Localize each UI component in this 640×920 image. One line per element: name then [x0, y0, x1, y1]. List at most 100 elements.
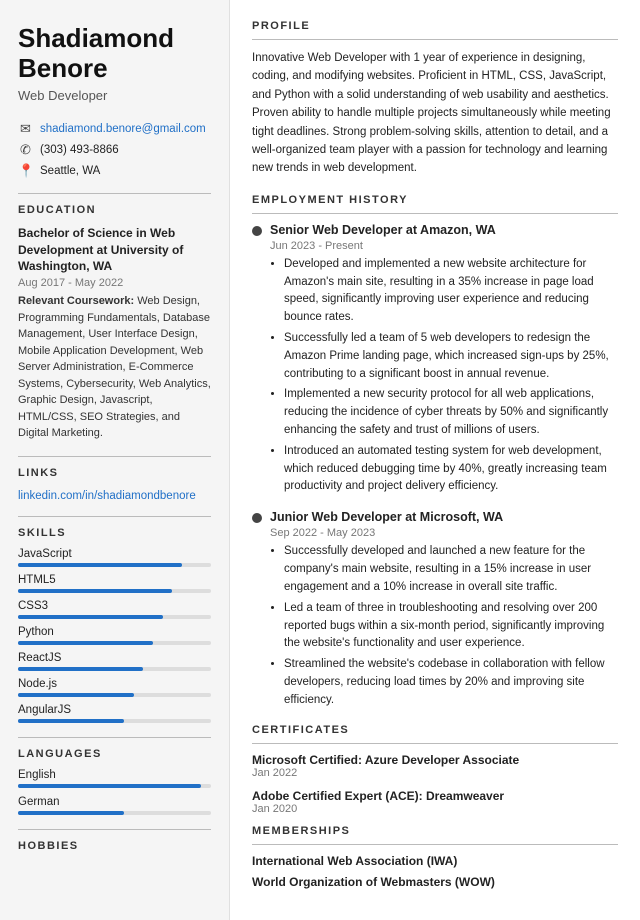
links-section-title: LINKS [18, 467, 211, 479]
memberships-divider [252, 844, 618, 845]
language-item: German [18, 796, 211, 815]
skill-bar-bg [18, 641, 211, 645]
skill-bar-fill [18, 589, 172, 593]
list-item: Introduced an automated testing system f… [284, 443, 618, 496]
cert-block: Microsoft Certified: Azure Developer Ass… [252, 753, 618, 779]
profile-section-title: Profile [252, 20, 618, 32]
list-item: Successfully developed and launched a ne… [284, 543, 618, 596]
job-dates: Jun 2023 - Present [270, 240, 618, 252]
lang-bar-bg [18, 784, 211, 788]
membership-item: World Organization of Webmasters (WOW) [252, 875, 618, 889]
language-item: English [18, 769, 211, 788]
membership-item: International Web Association (IWA) [252, 854, 618, 868]
hobbies-divider [18, 829, 211, 830]
main-content: Profile Innovative Web Developer with 1 … [230, 0, 640, 920]
employment-section-title: Employment History [252, 194, 618, 206]
skills-list: JavaScript HTML5 CSS3 Python ReactJS [18, 548, 211, 723]
lang-bar-fill [18, 811, 124, 815]
skill-name: ReactJS [18, 652, 211, 664]
languages-list: English German [18, 769, 211, 815]
job-dot [252, 513, 262, 523]
skill-item: JavaScript [18, 548, 211, 567]
lang-bar-fill [18, 784, 201, 788]
edu-degree: Bachelor of Science in Web Development a… [18, 225, 211, 275]
lang-name: English [18, 769, 211, 781]
skill-item: Node.js [18, 678, 211, 697]
skill-name: Node.js [18, 678, 211, 690]
cert-date: Jan 2020 [252, 803, 618, 815]
list-item: Developed and implemented a new website … [284, 256, 618, 327]
memberships-section-title: Memberships [252, 825, 618, 837]
memberships-list: International Web Association (IWA) World… [252, 854, 618, 889]
skills-section-title: SKILLS [18, 527, 211, 539]
hobbies-section-title: Hobbies [18, 840, 211, 852]
skill-item: HTML5 [18, 574, 211, 593]
skill-bar-bg [18, 693, 211, 697]
cert-block: Adobe Certified Expert (ACE): Dreamweave… [252, 789, 618, 815]
profile-divider [252, 39, 618, 40]
skill-item: ReactJS [18, 652, 211, 671]
skill-bar-bg [18, 563, 211, 567]
skill-bar-bg [18, 667, 211, 671]
skill-bar-bg [18, 589, 211, 593]
skill-bar-fill [18, 615, 163, 619]
skill-bar-fill [18, 719, 124, 723]
skill-name: AngularJS [18, 704, 211, 716]
skill-item: Python [18, 626, 211, 645]
job-header: Senior Web Developer at Amazon, WA [252, 223, 618, 237]
skills-divider [18, 516, 211, 517]
skill-bar-bg [18, 615, 211, 619]
job-dates: Sep 2022 - May 2023 [270, 527, 618, 539]
sidebar: Shadiamond Benore Web Developer ✉ shadia… [0, 0, 230, 920]
profile-text: Innovative Web Developer with 1 year of … [252, 49, 618, 178]
email-icon: ✉ [18, 121, 33, 137]
skill-bar-fill [18, 667, 143, 671]
edu-coursework: Relevant Coursework: Web Design, Program… [18, 293, 211, 442]
skill-name: JavaScript [18, 548, 211, 560]
skill-name: Python [18, 626, 211, 638]
lang-name: German [18, 796, 211, 808]
job-dot [252, 226, 262, 236]
sidebar-title: Web Developer [18, 88, 211, 103]
list-item: Led a team of three in troubleshooting a… [284, 600, 618, 653]
skill-bar-bg [18, 719, 211, 723]
skill-item: CSS3 [18, 600, 211, 619]
list-item: Successfully led a team of 5 web develop… [284, 330, 618, 383]
contact-phone: ✆ (303) 493-8866 [18, 142, 211, 158]
languages-section-title: LANGUAGES [18, 748, 211, 760]
sidebar-name: Shadiamond Benore [18, 24, 211, 84]
phone-icon: ✆ [18, 142, 33, 158]
job-bullets: Successfully developed and launched a ne… [270, 543, 618, 709]
cert-name: Adobe Certified Expert (ACE): Dreamweave… [252, 789, 618, 803]
job-block: Senior Web Developer at Amazon, WA Jun 2… [252, 223, 618, 497]
job-bullets: Developed and implemented a new website … [270, 256, 618, 497]
job-title: Junior Web Developer at Microsoft, WA [270, 510, 503, 524]
job-block: Junior Web Developer at Microsoft, WA Se… [252, 510, 618, 709]
skill-bar-fill [18, 641, 153, 645]
certificates-divider [252, 743, 618, 744]
lang-bar-bg [18, 811, 211, 815]
skill-bar-fill [18, 693, 134, 697]
contact-location: 📍 Seattle, WA [18, 163, 211, 179]
list-item: Streamlined the website's codebase in co… [284, 656, 618, 709]
skill-name: HTML5 [18, 574, 211, 586]
list-item: Implemented a new security protocol for … [284, 386, 618, 439]
links-divider [18, 456, 211, 457]
skill-bar-fill [18, 563, 182, 567]
contact-email[interactable]: ✉ shadiamond.benore@gmail.com [18, 121, 211, 137]
skill-item: AngularJS [18, 704, 211, 723]
education-section-title: EDUCATION [18, 204, 211, 216]
education-divider [18, 193, 211, 194]
cert-date: Jan 2022 [252, 767, 618, 779]
employment-divider [252, 213, 618, 214]
job-title: Senior Web Developer at Amazon, WA [270, 223, 496, 237]
edu-dates: Aug 2017 - May 2022 [18, 277, 211, 289]
languages-divider [18, 737, 211, 738]
jobs-list: Senior Web Developer at Amazon, WA Jun 2… [252, 223, 618, 710]
certs-list: Microsoft Certified: Azure Developer Ass… [252, 753, 618, 815]
cert-name: Microsoft Certified: Azure Developer Ass… [252, 753, 618, 767]
linkedin-link[interactable]: linkedin.com/in/shadiamondbenore [18, 488, 211, 502]
certificates-section-title: Certificates [252, 724, 618, 736]
job-header: Junior Web Developer at Microsoft, WA [252, 510, 618, 524]
location-icon: 📍 [18, 163, 33, 179]
